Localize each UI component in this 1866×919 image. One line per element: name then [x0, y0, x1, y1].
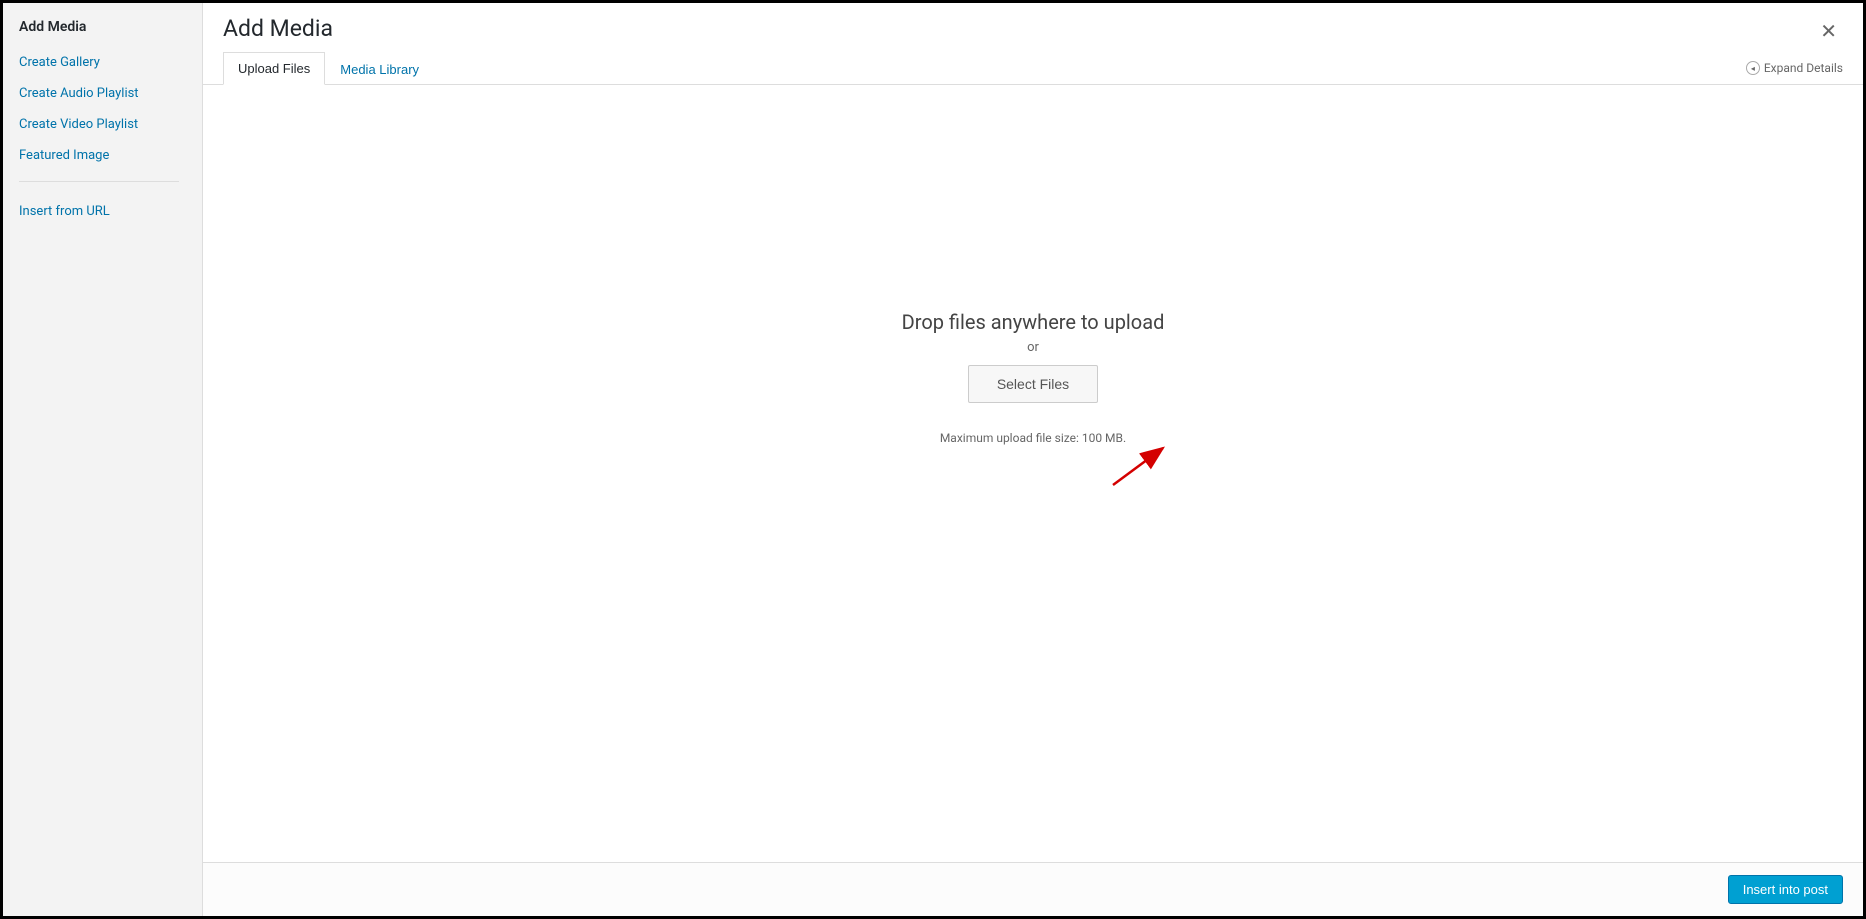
sidebar: Add Media Create Gallery Create Audio Pl…	[3, 3, 203, 916]
tabs-row: Upload Files Media Library ◂ Expand Deta…	[203, 52, 1863, 85]
sidebar-separator	[19, 181, 179, 182]
sidebar-link[interactable]: Create Audio Playlist	[19, 86, 139, 101]
upload-area[interactable]: Drop files anywhere to upload or Select …	[203, 85, 1863, 862]
media-modal: Add Media Create Gallery Create Audio Pl…	[3, 3, 1863, 916]
sidebar-item-featured-image[interactable]: Featured Image	[19, 138, 186, 169]
expand-icon: ◂	[1746, 61, 1760, 75]
expand-details-label: Expand Details	[1764, 61, 1843, 75]
main-header: Add Media ✕	[203, 3, 1863, 52]
drop-instructions: Drop files anywhere to upload	[902, 310, 1165, 334]
or-text: or	[1027, 340, 1039, 355]
sidebar-item-create-video-playlist[interactable]: Create Video Playlist	[19, 107, 186, 138]
sidebar-item-create-audio-playlist[interactable]: Create Audio Playlist	[19, 76, 186, 107]
modal-footer: Insert into post	[203, 862, 1863, 916]
tabs: Upload Files Media Library	[223, 52, 434, 84]
close-button[interactable]: ✕	[1814, 17, 1843, 46]
sidebar-title: Add Media	[19, 19, 186, 35]
sidebar-list: Create Gallery Create Audio Playlist Cre…	[19, 45, 186, 169]
close-icon: ✕	[1820, 21, 1837, 43]
max-upload-size-text: Maximum upload file size: 100 MB.	[940, 431, 1126, 445]
tab-media-library[interactable]: Media Library	[325, 52, 434, 85]
sidebar-link[interactable]: Create Gallery	[19, 55, 100, 70]
tab-upload-files[interactable]: Upload Files	[223, 52, 325, 85]
sidebar-link[interactable]: Create Video Playlist	[19, 117, 138, 132]
sidebar-link[interactable]: Featured Image	[19, 148, 109, 163]
page-title: Add Media	[223, 15, 1843, 42]
sidebar-list-secondary: Insert from URL	[19, 194, 186, 225]
main-content: Add Media ✕ Upload Files Media Library ◂…	[203, 3, 1863, 916]
arrow-annotation-icon	[1108, 440, 1178, 490]
insert-into-post-button[interactable]: Insert into post	[1728, 875, 1843, 904]
expand-details-toggle[interactable]: ◂ Expand Details	[1746, 61, 1843, 75]
sidebar-item-insert-from-url[interactable]: Insert from URL	[19, 194, 186, 225]
select-files-button[interactable]: Select Files	[968, 365, 1098, 403]
sidebar-link[interactable]: Insert from URL	[19, 204, 110, 219]
sidebar-item-create-gallery[interactable]: Create Gallery	[19, 45, 186, 76]
